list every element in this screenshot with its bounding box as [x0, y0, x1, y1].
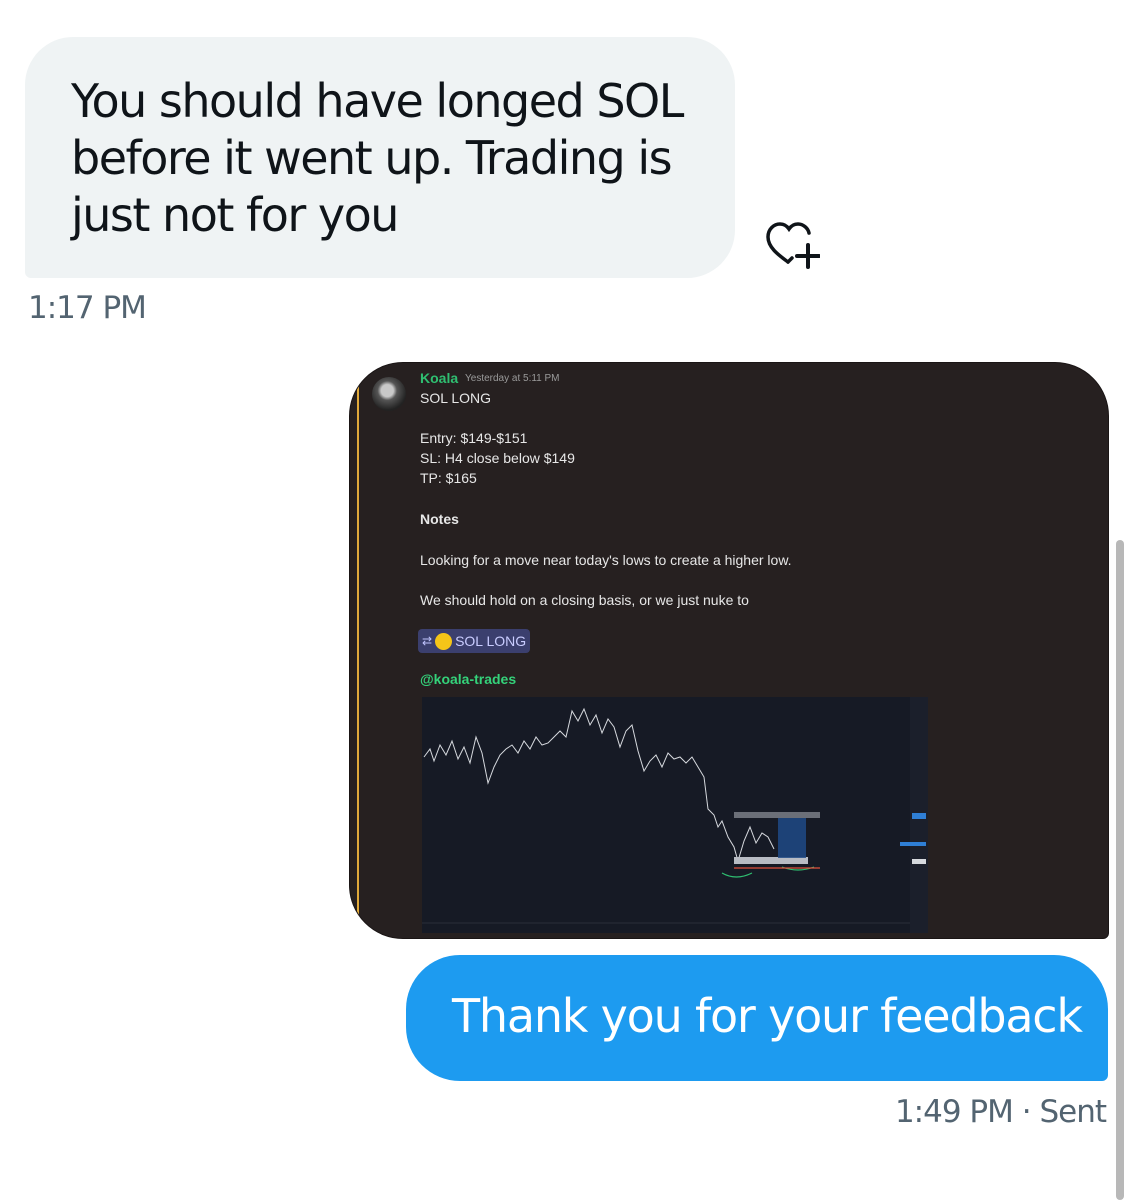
role-tag-label: SOL LONG	[455, 633, 527, 649]
trend-arrows-icon: ⇄	[422, 634, 433, 648]
take-profit-line: TP: $165	[420, 470, 477, 486]
message-timestamp: Yesterday at 5:11 PM	[465, 373, 560, 384]
mention[interactable]: @koala-trades	[420, 671, 516, 687]
role-tag: ⇄ SOL LONG	[418, 629, 531, 653]
stop-loss-line: SL: H4 close below $149	[420, 450, 575, 466]
heart-plus-icon[interactable]	[762, 218, 820, 272]
sent-label: · Sent	[1021, 1094, 1107, 1130]
scrollbar[interactable]	[1116, 540, 1124, 1200]
received-timestamp: 1:17 PM	[28, 290, 147, 326]
coin-icon	[435, 632, 453, 650]
screenshot-attachment[interactable]: Koala Yesterday at 5:11 PM SOL LONG Entr…	[349, 362, 1109, 939]
message-highlight-bar	[357, 368, 359, 933]
received-message-text: You should have longed SOL before it wen…	[71, 74, 684, 242]
sent-status: 1:49 PM · Sent	[894, 1094, 1107, 1130]
received-message-bubble[interactable]: You should have longed SOL before it wen…	[25, 37, 735, 278]
sent-message-bubble[interactable]: Thank you for your feedback	[406, 955, 1108, 1081]
price-chart-image	[422, 697, 928, 933]
post-title: SOL LONG	[420, 390, 492, 406]
notes-heading: Notes	[420, 511, 459, 527]
entry-line: Entry: $149-$151	[420, 430, 528, 446]
sent-timestamp: 1:49 PM	[894, 1094, 1014, 1130]
author-name: Koala	[420, 370, 459, 386]
avatar	[372, 377, 406, 411]
note-text-2: We should hold on a closing basis, or we…	[420, 592, 749, 608]
sent-message-text: Thank you for your feedback	[452, 989, 1083, 1043]
note-text-1: Looking for a move near today's lows to …	[420, 552, 792, 568]
